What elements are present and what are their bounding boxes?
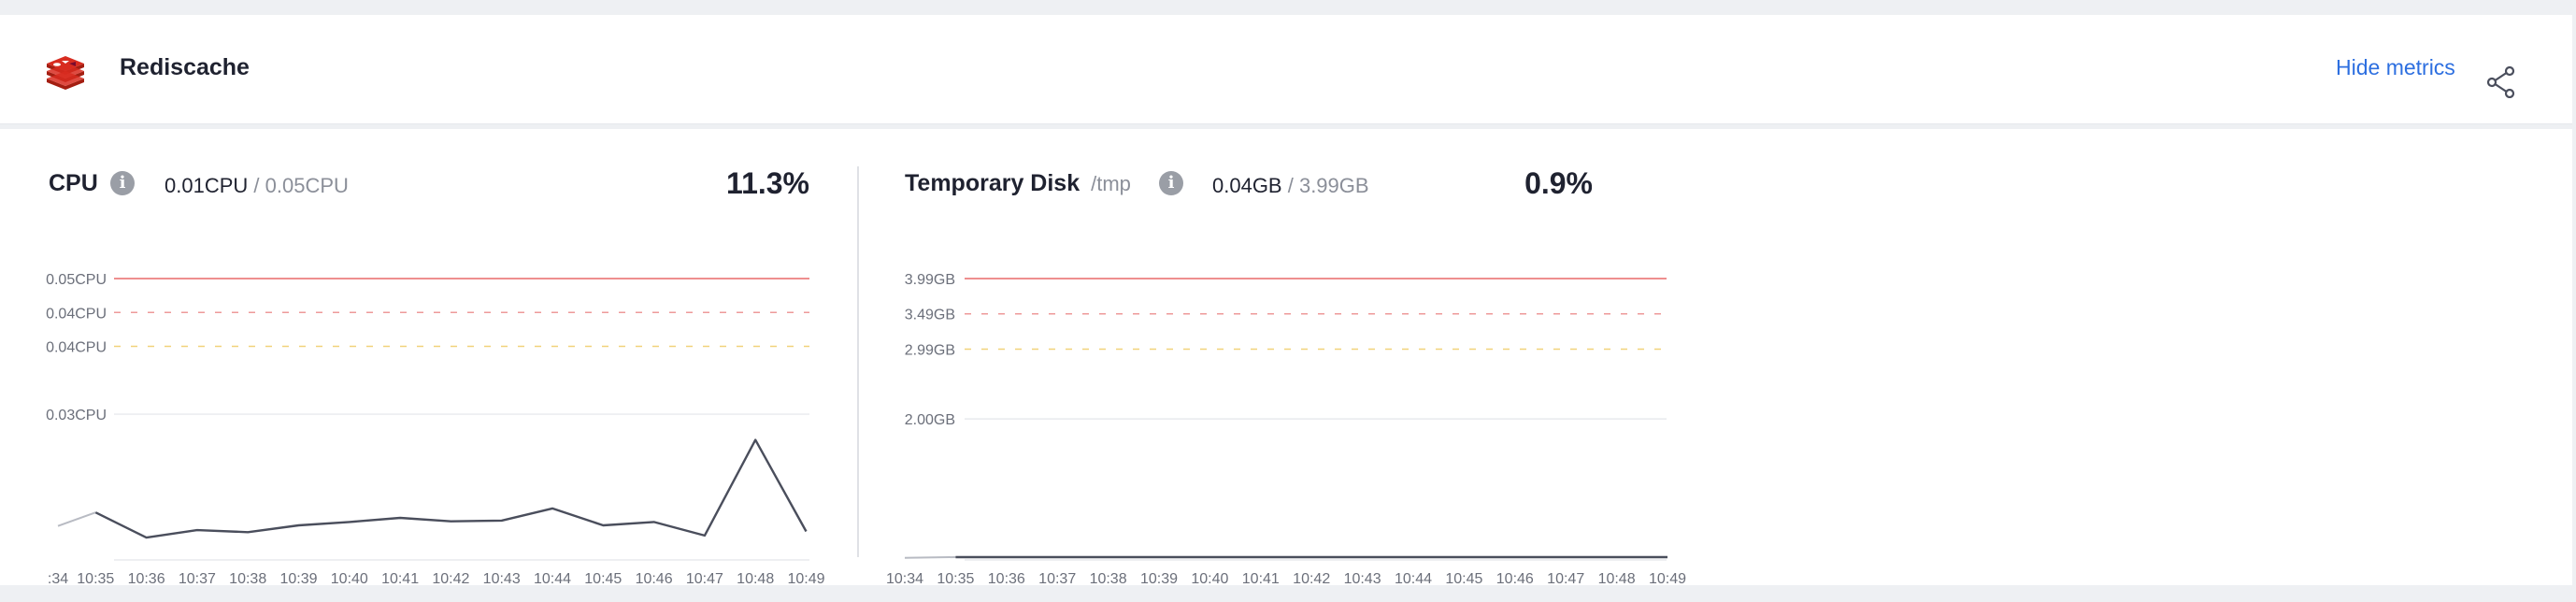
service-header: Rediscache Hide metrics (0, 15, 2572, 124)
disk-x-tick-label: 10:44 (1395, 571, 1432, 585)
disk-y-tick-label: 2.00GB (905, 412, 955, 428)
page-bottom-strip (0, 585, 2576, 602)
cpu-x-tick-label: 10:40 (331, 571, 368, 585)
cpu-x-tick-label: 10:44 (534, 571, 571, 585)
disk-x-tick-label: 10:34 (886, 571, 923, 585)
disk-x-tick-label: 10:40 (1191, 571, 1228, 585)
disk-y-tick-label: 2.99GB (905, 342, 955, 358)
cpu-x-tick-label: :34 (48, 571, 68, 585)
disk-x-tick-label: 10:46 (1496, 571, 1534, 585)
disk-metric: Temporary Disk/tmp i 0.04GB / 3.99GB 0.9… (859, 129, 1700, 585)
metrics-panel: CPU i 0.01CPU / 0.05CPU 11.3% 0.05CPU 0.0… (0, 129, 2572, 585)
cpu-chart: 0.05CPU 0.04CPU 0.04CPU 0.03CPU :34 10:35 10:3… (46, 272, 825, 585)
disk-x-tick-label: 10:38 (1090, 571, 1127, 585)
disk-x-tick-label: 10:39 (1140, 571, 1178, 585)
cpu-x-tick-label: 10:38 (229, 571, 266, 585)
cpu-y-tick-label: 0.04CPU (46, 340, 107, 356)
disk-y-tick-label: 3.49GB (905, 308, 955, 323)
disk-y-tick-label: 3.99GB (905, 272, 955, 288)
hide-metrics-link[interactable]: Hide metrics (2336, 55, 2455, 80)
cpu-series-line (94, 438, 808, 539)
disk-series-line-start (904, 555, 956, 559)
cpu-y-tick-label: 0.05CPU (46, 272, 107, 288)
disk-x-tick-label: 10:37 (1038, 571, 1076, 585)
redis-logo-icon (47, 56, 84, 90)
cpu-x-tick-label: 10:39 (279, 571, 317, 585)
cpu-y-tick-label: 0.04CPU (46, 306, 107, 322)
cpu-x-tick-label: 10:36 (128, 571, 165, 585)
disk-x-tick-label: 10:43 (1344, 571, 1381, 585)
disk-x-tick-label: 10:41 (1242, 571, 1280, 585)
cpu-x-tick-label: 10:47 (686, 571, 723, 585)
cpu-x-tick-label: 10:43 (483, 571, 521, 585)
cpu-x-tick-label: 10:46 (636, 571, 673, 585)
disk-x-tick-label: 10:48 (1598, 571, 1636, 585)
disk-x-tick-label: 10:47 (1547, 571, 1584, 585)
cpu-x-tick-label: 10:41 (381, 571, 419, 585)
disk-x-tick-label: 10:36 (988, 571, 1025, 585)
cpu-metric: CPU i 0.01CPU / 0.05CPU 11.3% 0.05CPU 0.0… (0, 129, 857, 585)
disk-x-tick-label: 10:49 (1649, 571, 1686, 585)
cpu-x-tick-label: 10:49 (787, 571, 824, 585)
disk-x-tick-label: 10:42 (1293, 571, 1330, 585)
cpu-x-tick-label: 10:45 (584, 571, 622, 585)
cpu-y-tick-label: 0.03CPU (46, 408, 107, 423)
share-icon[interactable] (2486, 66, 2516, 98)
cpu-x-tick-label: 10:37 (179, 571, 216, 585)
cpu-x-tick-label: 10:48 (737, 571, 774, 585)
cpu-series-line-start (57, 511, 96, 527)
cpu-x-tick-label: 10:42 (432, 571, 469, 585)
disk-chart: 3.99GB 3.49GB 2.99GB 2.00GB 10:34 10:35 10:36 1… (886, 272, 1686, 585)
disk-x-tick-label: 10:35 (937, 571, 974, 585)
cpu-x-tick-label: 10:35 (77, 571, 114, 585)
disk-x-tick-label: 10:45 (1445, 571, 1482, 585)
service-name: Rediscache (120, 54, 250, 80)
